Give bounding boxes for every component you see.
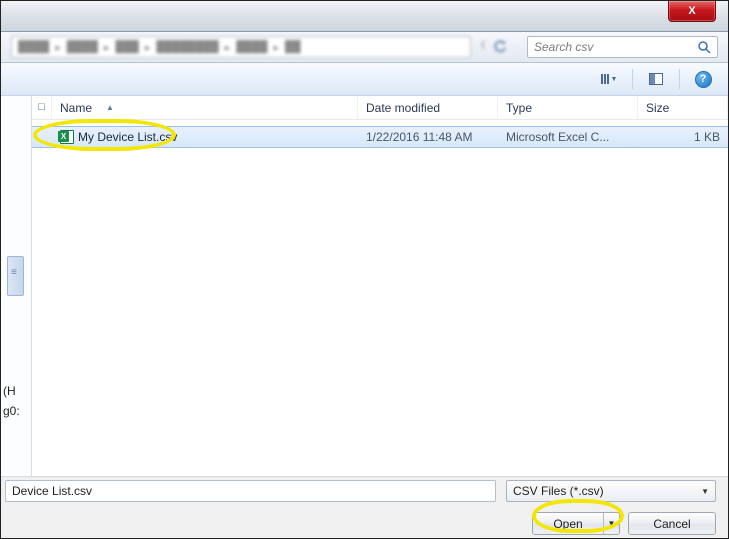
chevron-down-icon: ▼	[611, 76, 618, 83]
view-icon	[601, 74, 609, 84]
column-header-date[interactable]: Date modified	[358, 96, 498, 119]
navigation-bar: ████▸ ████▸ ███▸ ████████▸ ████▸ ██ Sear…	[1, 32, 728, 63]
filetype-filter-dropdown[interactable]: CSV Files (*.csv) ▼	[506, 480, 716, 502]
file-list-view: ☐ Name ▲ Date modified Type Size My Devi…	[32, 96, 728, 476]
view-options-button[interactable]: ▼	[596, 68, 622, 90]
preview-pane-icon	[649, 73, 663, 85]
truncated-text: g0:	[3, 404, 20, 418]
file-size-label: 1 KB	[638, 130, 728, 144]
toolbar-separator	[632, 69, 633, 89]
column-header-type[interactable]: Type	[498, 96, 638, 119]
column-headers: ☐ Name ▲ Date modified Type Size	[32, 96, 728, 120]
search-placeholder: Search csv	[534, 40, 593, 54]
breadcrumb[interactable]: ████▸ ████▸ ███▸ ████████▸ ████▸ ██	[11, 36, 471, 58]
left-panel-strip: (H g0:	[1, 96, 32, 476]
footer: Device List.csv CSV Files (*.csv) ▼ Open…	[1, 476, 728, 538]
file-date-label: 1/22/2016 11:48 AM	[358, 130, 498, 144]
file-rows: My Device List.csv 1/22/2016 11:48 AM Mi…	[32, 120, 728, 148]
chevron-down-icon: ▼	[608, 519, 616, 528]
search-icon	[697, 40, 711, 54]
close-icon: X	[688, 5, 695, 17]
help-icon: ?	[695, 71, 712, 88]
truncated-text: (H	[3, 384, 16, 398]
scrollbar-thumb[interactable]	[7, 256, 24, 296]
open-button[interactable]: Open ▼	[532, 512, 620, 535]
filename-input[interactable]: Device List.csv	[5, 480, 496, 502]
column-checkbox[interactable]: ☐	[32, 96, 52, 119]
file-name-label: My Device List.csv	[78, 130, 177, 144]
excel-file-icon	[60, 130, 74, 144]
help-button[interactable]: ?	[690, 68, 716, 90]
refresh-group[interactable]	[481, 40, 507, 54]
file-type-label: Microsoft Excel C...	[498, 130, 638, 144]
toolbar-separator	[679, 69, 680, 89]
cancel-button[interactable]: Cancel	[628, 512, 716, 535]
preview-pane-button[interactable]	[643, 68, 669, 90]
column-header-name[interactable]: Name ▲	[52, 96, 358, 119]
column-header-size[interactable]: Size	[638, 96, 728, 119]
sort-ascending-icon: ▲	[106, 103, 114, 112]
search-input[interactable]: Search csv	[527, 36, 718, 58]
close-button[interactable]: X	[668, 1, 716, 22]
toolbar: ▼ ?	[1, 63, 728, 96]
file-row[interactable]: My Device List.csv 1/22/2016 11:48 AM Mi…	[32, 126, 728, 148]
titlebar: X	[1, 1, 728, 32]
chevron-down-icon: ▼	[701, 487, 709, 496]
open-dropdown-toggle[interactable]: ▼	[603, 513, 619, 534]
